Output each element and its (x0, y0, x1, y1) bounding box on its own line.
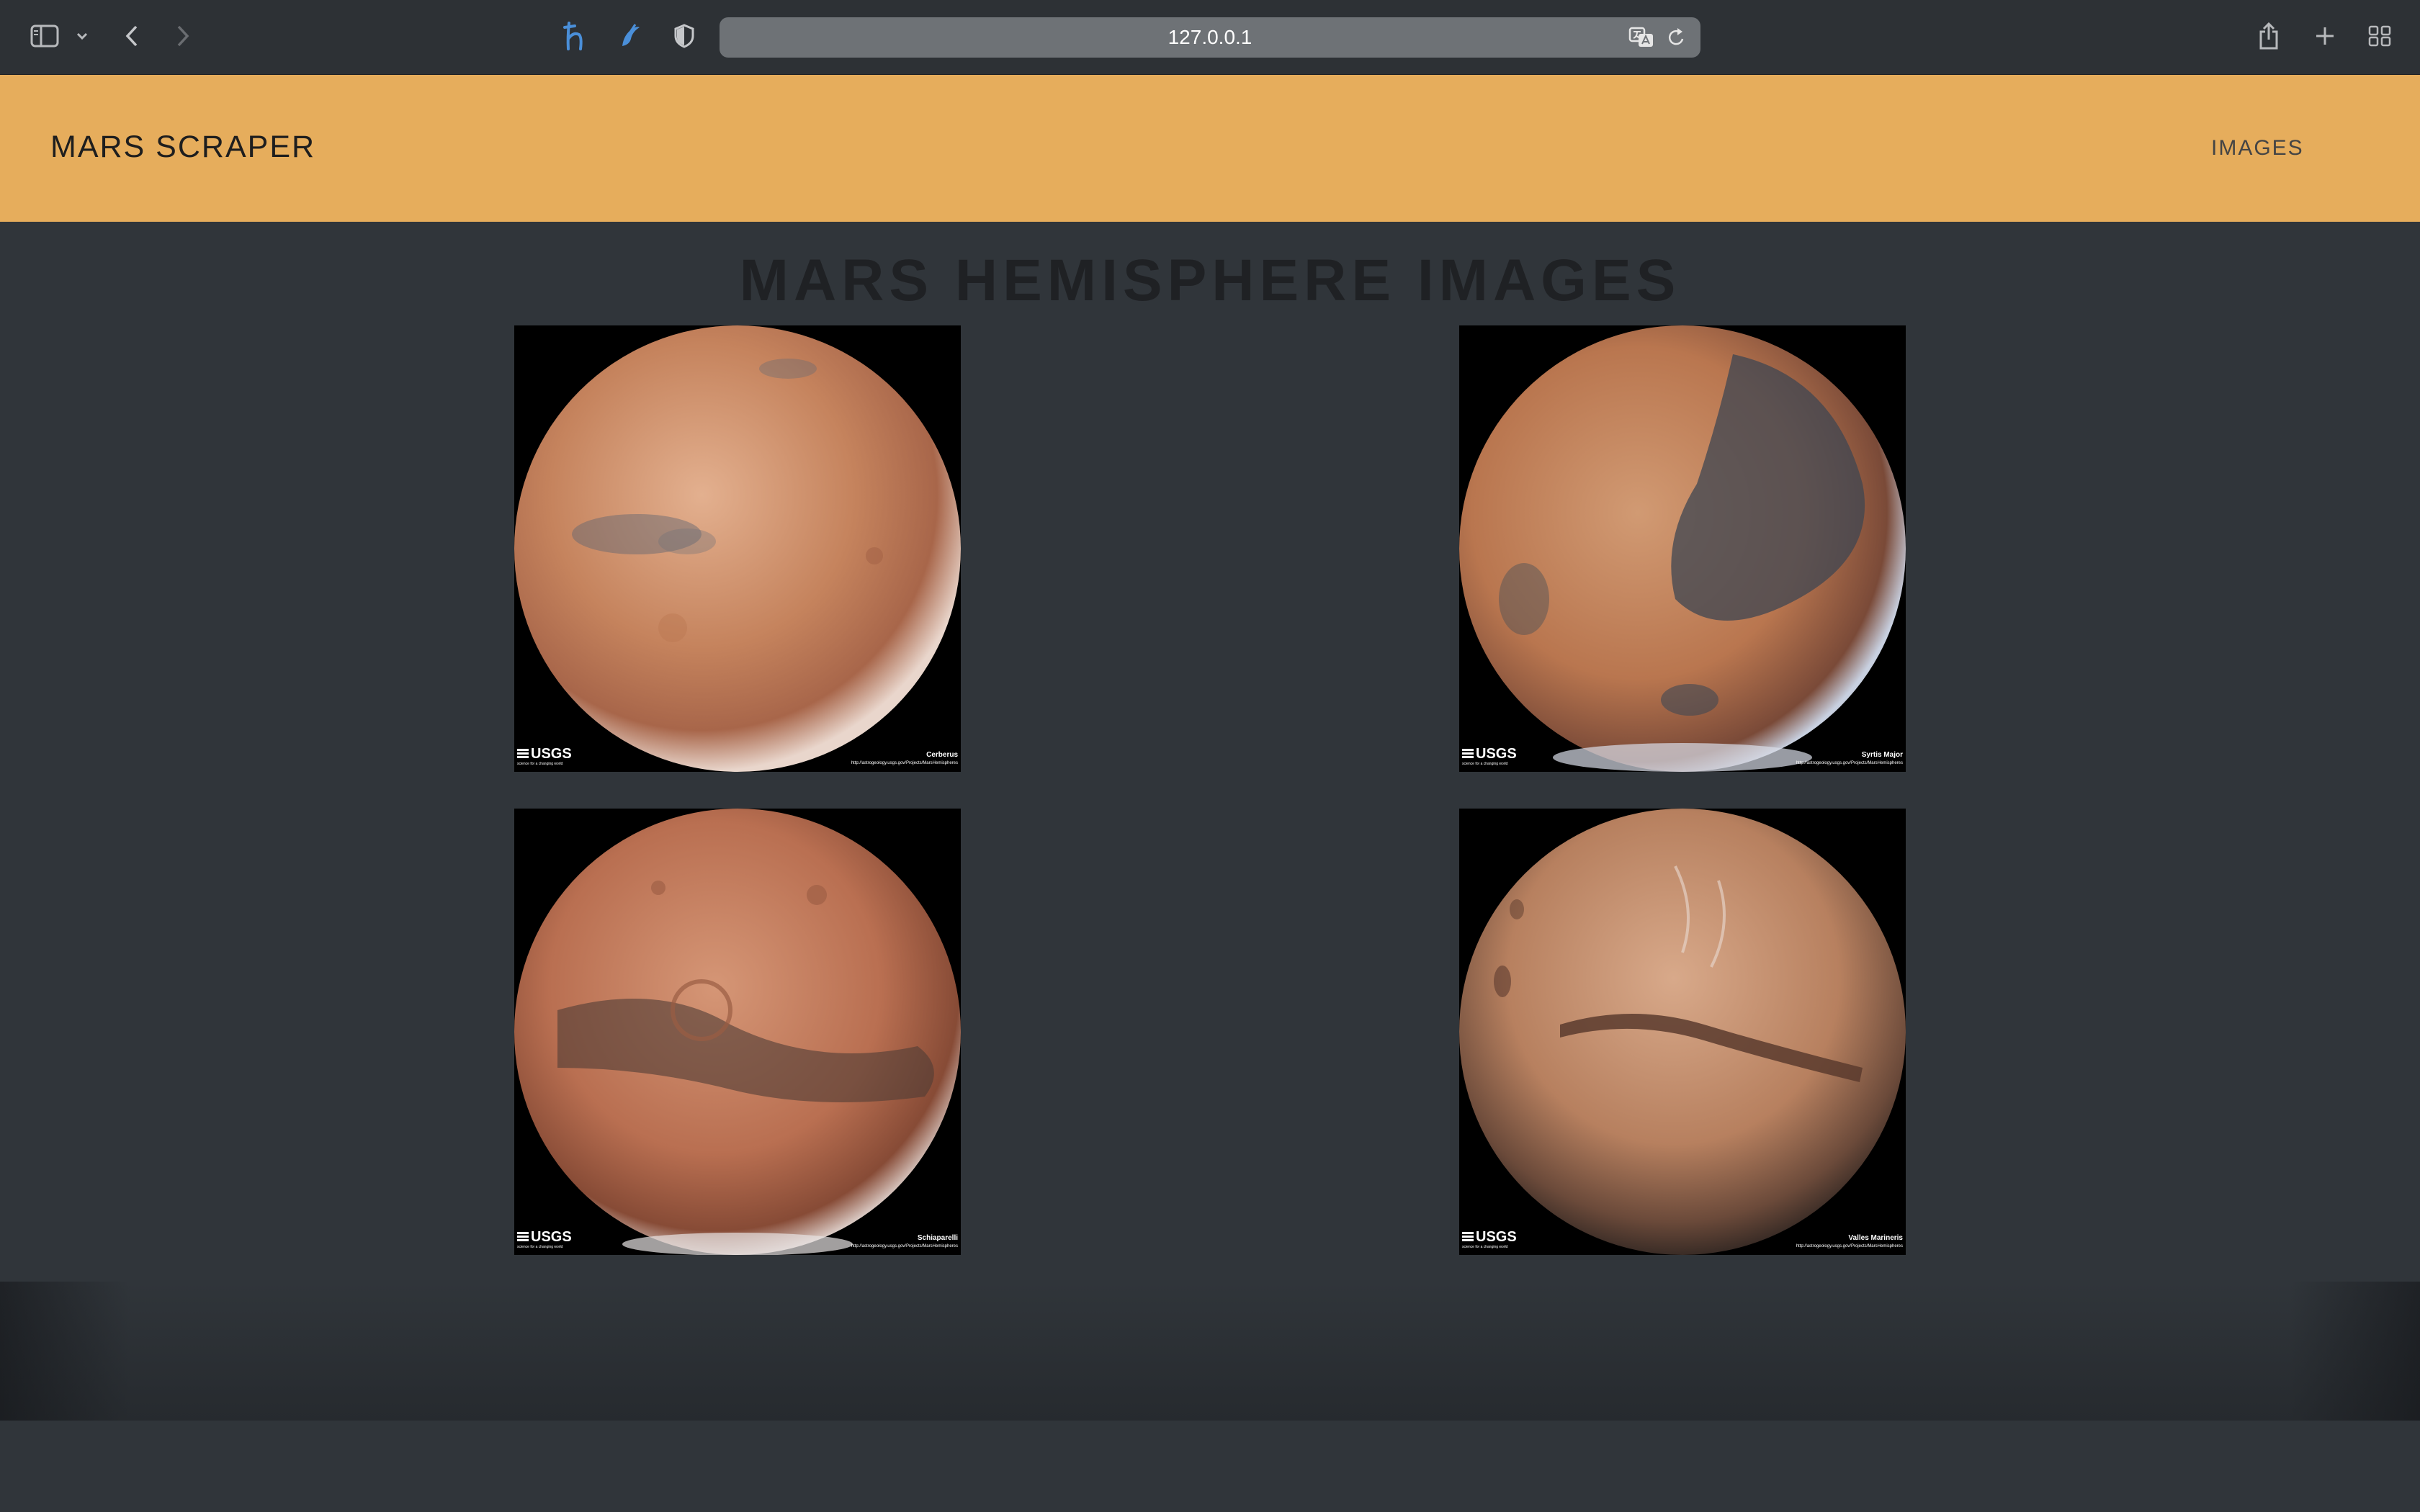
hemisphere-name: Schiaparelli (917, 1234, 958, 1242)
extension-bird-icon[interactable] (614, 19, 645, 53)
browser-toolbar: 127.0.0.1 (0, 0, 2420, 75)
hemisphere-name: Cerberus (926, 751, 958, 759)
chevron-down-icon[interactable] (72, 19, 92, 53)
mars-globe-image (514, 809, 961, 1255)
reload-icon[interactable] (1667, 27, 1686, 48)
hemisphere-image-schiaparelli[interactable]: USGS science for a changing world Schiapa… (514, 809, 961, 1255)
hemisphere-name: Valles Marineris (1848, 1234, 1903, 1242)
extension-h-icon[interactable] (560, 19, 592, 53)
hemisphere-name: Syrtis Major (1861, 751, 1903, 759)
site-navbar (0, 75, 2420, 222)
usgs-logo: USGS science for a changing world (1462, 746, 1517, 766)
translate-icon[interactable] (1628, 27, 1656, 48)
usgs-logo: USGS science for a changing world (517, 746, 572, 766)
plus-icon[interactable] (2311, 19, 2339, 53)
source-link: http://astrogeology.usgs.gov/Projects/Ma… (1796, 1244, 1903, 1248)
sidebar-icon[interactable] (27, 19, 62, 53)
image-caption: Syrtis Major http://astrogeology.usgs.go… (1796, 750, 1903, 766)
image-caption: Schiaparelli http://astrogeology.usgs.go… (851, 1233, 958, 1249)
mars-globe-image (1459, 809, 1906, 1255)
hemisphere-image-valles-marineris[interactable]: USGS science for a changing world Valles … (1459, 809, 1906, 1255)
source-link: http://astrogeology.usgs.gov/Projects/Ma… (851, 1244, 958, 1248)
page-footer (0, 1282, 2420, 1421)
chevron-left-icon[interactable] (119, 19, 145, 53)
url-text: 127.0.0.1 (1168, 26, 1252, 48)
share-icon[interactable] (2254, 19, 2283, 53)
grid-icon[interactable] (2365, 19, 2394, 53)
brand-link[interactable]: MARS SCRAPER (50, 127, 315, 167)
nav-link-images[interactable]: IMAGES (2211, 134, 2304, 163)
mars-globe-image (1459, 325, 1906, 772)
source-link: http://astrogeology.usgs.gov/Projects/Ma… (851, 761, 958, 765)
chevron-right-icon[interactable] (170, 19, 196, 53)
image-caption: Cerberus http://astrogeology.usgs.gov/Pr… (851, 750, 958, 766)
page-title: MARS HEMISPHERE IMAGES (739, 248, 1681, 313)
source-link: http://astrogeology.usgs.gov/Projects/Ma… (1796, 761, 1903, 765)
usgs-logo: USGS science for a changing world (517, 1229, 572, 1249)
usgs-logo: USGS science for a changing world (1462, 1229, 1517, 1249)
address-bar[interactable]: 127.0.0.1 (720, 17, 1700, 58)
hemisphere-image-cerberus[interactable]: USGS science for a changing world Cerberu… (514, 325, 961, 772)
hemisphere-image-syrtis-major[interactable]: USGS science for a changing world Syrtis … (1459, 325, 1906, 772)
shield-icon[interactable] (670, 19, 699, 53)
mars-globe-image (514, 325, 961, 772)
image-caption: Valles Marineris http://astrogeology.usg… (1796, 1233, 1903, 1249)
